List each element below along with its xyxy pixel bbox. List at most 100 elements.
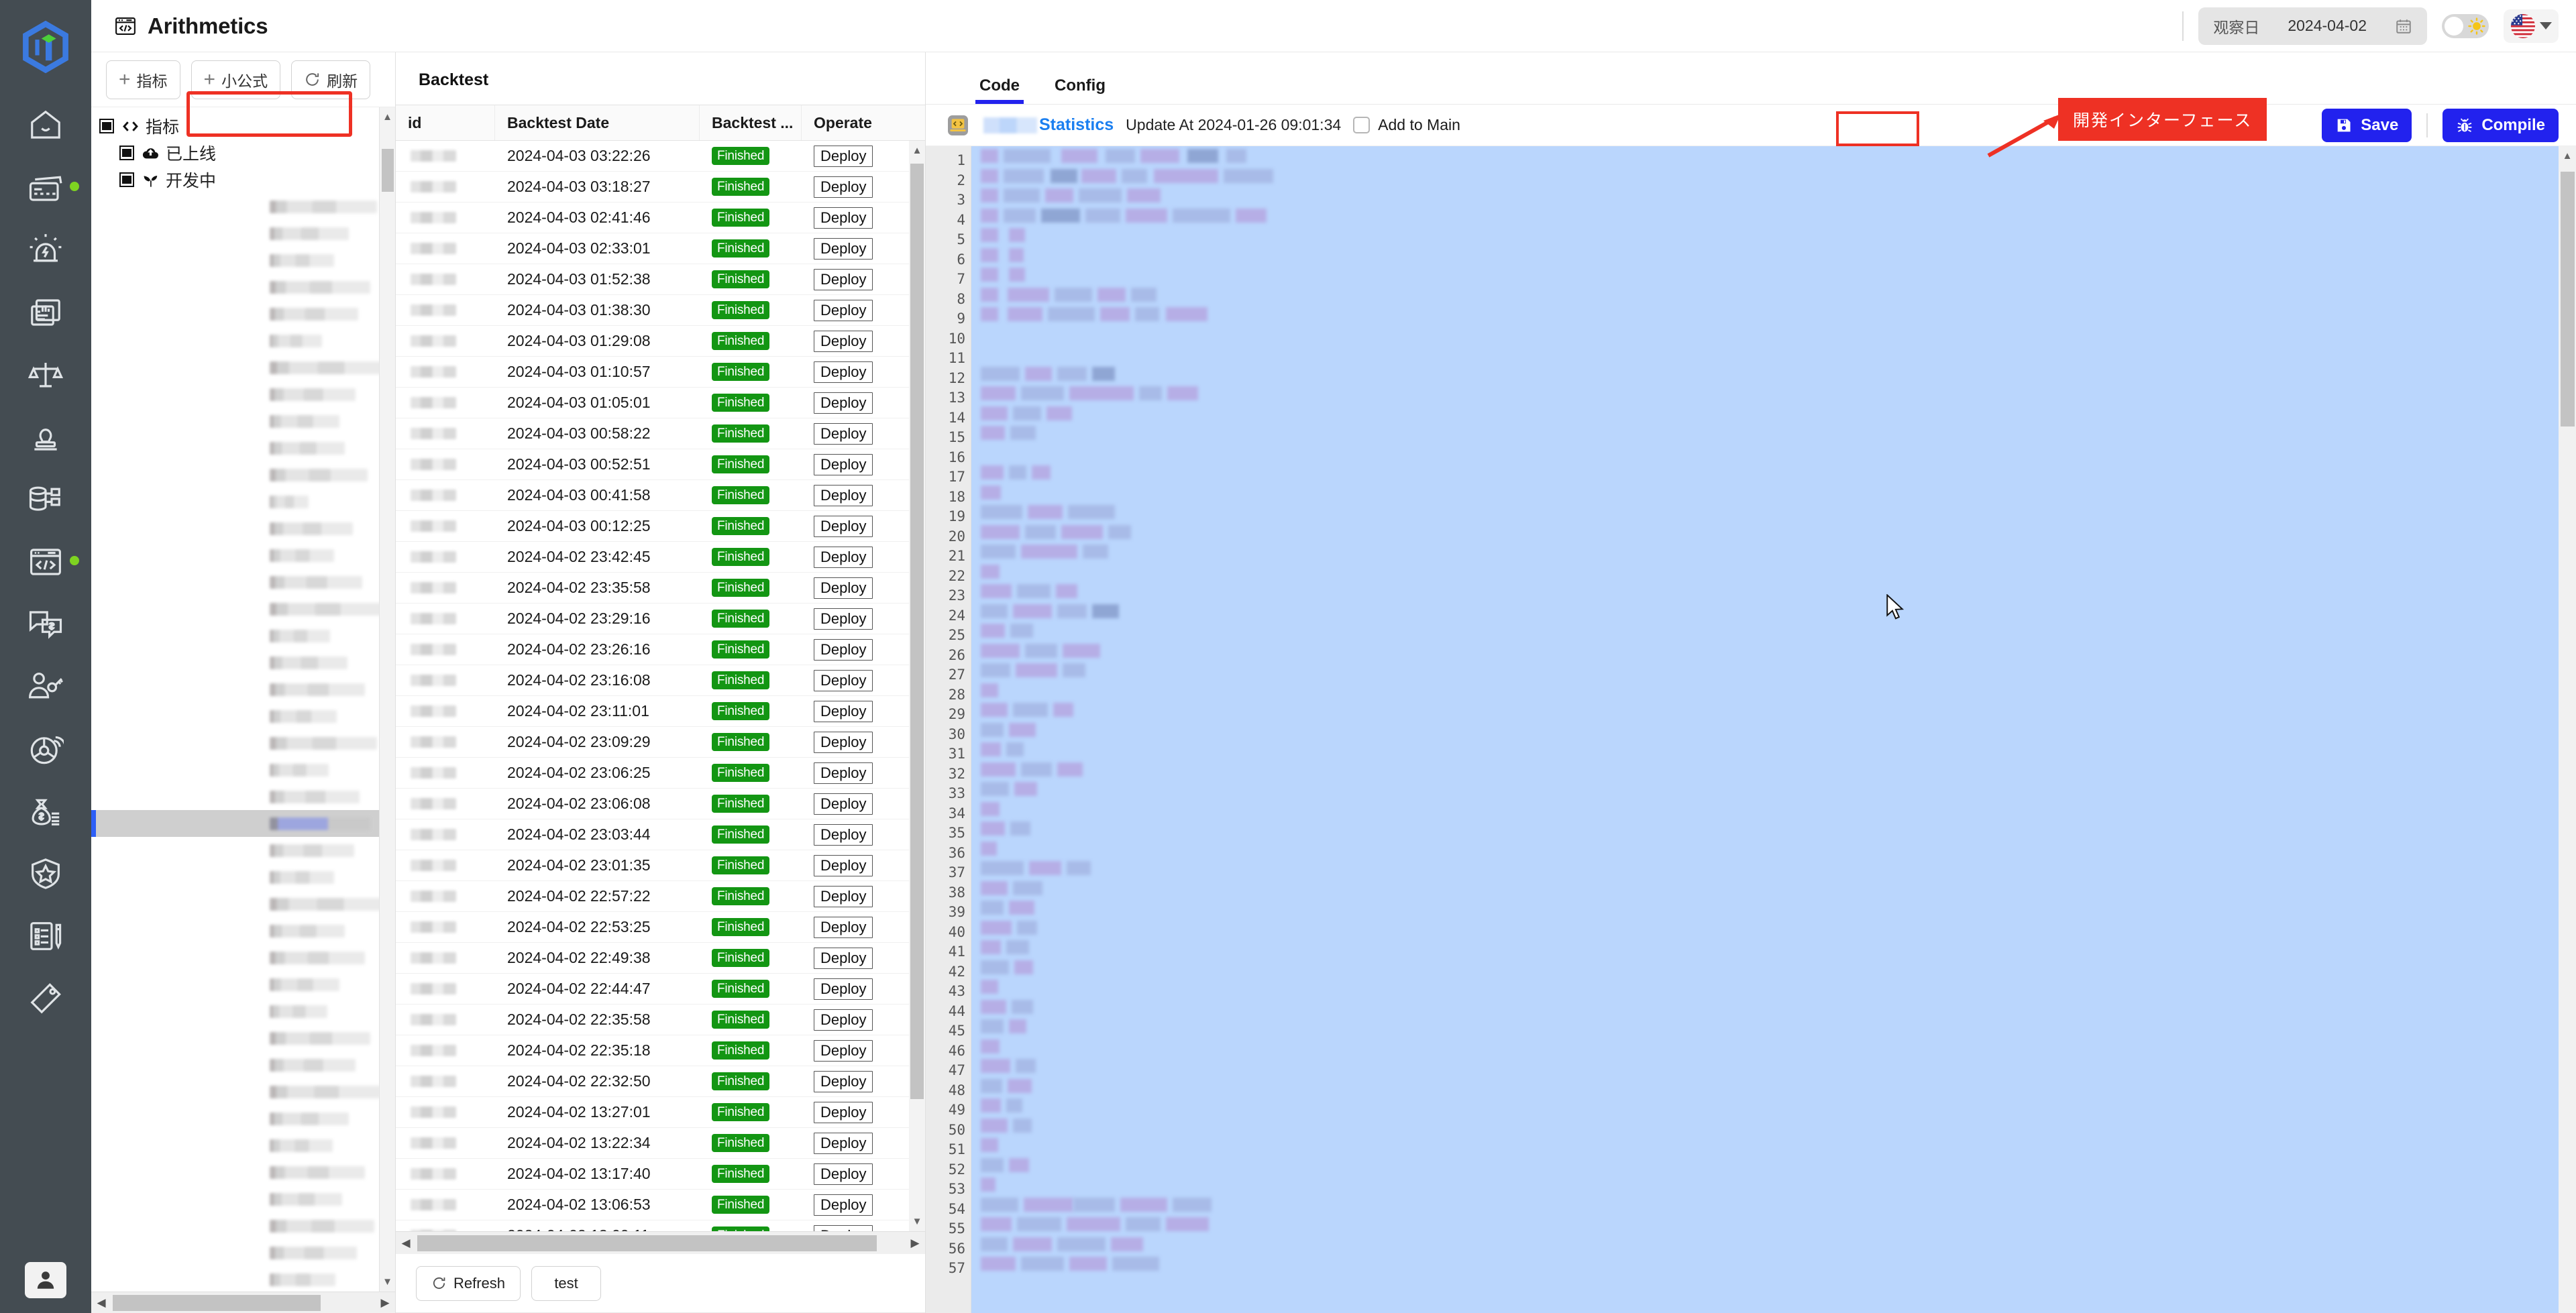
table-row[interactable]: 2024-04-02 23:06:25 Finished Deploy bbox=[396, 758, 925, 789]
deploy-button[interactable]: Deploy bbox=[814, 638, 873, 661]
code-content[interactable] bbox=[971, 146, 2559, 1313]
tree-node-developing[interactable]: 开发中 bbox=[91, 166, 395, 193]
code-line[interactable] bbox=[971, 1017, 2559, 1037]
code-line[interactable] bbox=[971, 700, 2559, 720]
tree-leaf-item[interactable] bbox=[91, 810, 395, 837]
tree-leaf-item[interactable] bbox=[91, 327, 395, 354]
column-header-operate[interactable]: Operate bbox=[802, 105, 897, 140]
deploy-button[interactable]: Deploy bbox=[814, 731, 873, 753]
table-row[interactable]: 2024-04-02 22:35:58 Finished Deploy bbox=[396, 1005, 925, 1035]
tab-code[interactable]: Code bbox=[962, 76, 1037, 104]
table-row[interactable]: 2024-04-03 03:18:27 Finished Deploy bbox=[396, 172, 925, 203]
table-row[interactable]: 2024-04-03 02:41:46 Finished Deploy bbox=[396, 203, 925, 233]
table-row[interactable]: 2024-04-03 01:52:38 Finished Deploy bbox=[396, 264, 925, 295]
theme-toggle[interactable] bbox=[2442, 13, 2489, 38]
table-row[interactable]: 2024-04-03 00:52:51 Finished Deploy bbox=[396, 449, 925, 480]
tree-leaf-item[interactable] bbox=[91, 435, 395, 461]
code-line[interactable] bbox=[971, 186, 2559, 206]
table-row[interactable]: 2024-04-02 22:53:25 Finished Deploy bbox=[396, 912, 925, 943]
scrollbar-thumb[interactable] bbox=[382, 149, 394, 192]
save-button[interactable]: Save bbox=[2322, 108, 2412, 142]
deploy-button[interactable]: Deploy bbox=[814, 453, 873, 475]
tree-leaf-item[interactable] bbox=[91, 1025, 395, 1051]
tree-leaf-item[interactable] bbox=[91, 542, 395, 569]
tree-leaf-item[interactable] bbox=[91, 649, 395, 676]
deploy-button[interactable]: Deploy bbox=[814, 1132, 873, 1154]
deploy-button[interactable]: Deploy bbox=[814, 823, 873, 846]
code-line[interactable] bbox=[971, 799, 2559, 819]
code-line[interactable] bbox=[971, 581, 2559, 602]
tree-leaf-item[interactable] bbox=[91, 971, 395, 998]
table-row[interactable]: 2024-04-03 01:05:01 Finished Deploy bbox=[396, 388, 925, 418]
table-row[interactable]: 2024-04-02 13:22:34 Finished Deploy bbox=[396, 1128, 925, 1159]
tree-leaf-item[interactable] bbox=[91, 756, 395, 783]
add-to-main-checkbox[interactable]: Add to Main bbox=[1353, 116, 1460, 134]
code-line[interactable] bbox=[971, 285, 2559, 305]
tree-leaf-item[interactable] bbox=[91, 1159, 395, 1186]
tree-vertical-scrollbar[interactable]: ▲ ▼ bbox=[379, 107, 395, 1292]
deploy-button[interactable]: Deploy bbox=[814, 1194, 873, 1216]
scrollbar-thumb[interactable] bbox=[417, 1235, 877, 1251]
tree-leaf-item[interactable] bbox=[91, 354, 395, 381]
scroll-left-arrow[interactable]: ◀ bbox=[396, 1237, 416, 1250]
deploy-button[interactable]: Deploy bbox=[814, 145, 873, 167]
code-line[interactable] bbox=[971, 898, 2559, 918]
tree-leaf-item[interactable] bbox=[91, 408, 395, 435]
sidebar-item-tags[interactable] bbox=[0, 967, 91, 1029]
tree-horizontal-scrollbar[interactable]: ◀ ▶ bbox=[91, 1292, 395, 1313]
code-line[interactable] bbox=[971, 779, 2559, 799]
code-line[interactable] bbox=[971, 1135, 2559, 1155]
code-line[interactable] bbox=[971, 740, 2559, 760]
code-line[interactable] bbox=[971, 423, 2559, 443]
table-row[interactable]: 2024-04-02 23:35:58 Finished Deploy bbox=[396, 573, 925, 604]
scrollbar-track[interactable] bbox=[416, 1235, 905, 1251]
deploy-button[interactable]: Deploy bbox=[814, 1224, 873, 1231]
language-selector[interactable] bbox=[2504, 9, 2559, 43]
code-line[interactable] bbox=[971, 245, 2559, 266]
tree-leaf-item[interactable] bbox=[91, 703, 395, 730]
sidebar-item-cards[interactable] bbox=[0, 156, 91, 219]
code-line[interactable] bbox=[971, 1076, 2559, 1096]
code-line[interactable] bbox=[971, 325, 2559, 345]
code-line[interactable] bbox=[971, 621, 2559, 641]
deploy-button[interactable]: Deploy bbox=[814, 793, 873, 815]
scroll-down-arrow[interactable]: ▼ bbox=[909, 1216, 925, 1227]
column-header-id[interactable]: id bbox=[396, 105, 495, 140]
code-line[interactable] bbox=[971, 463, 2559, 483]
code-line[interactable] bbox=[971, 1235, 2559, 1255]
column-header-date[interactable]: Backtest Date bbox=[495, 105, 700, 140]
deploy-button[interactable]: Deploy bbox=[814, 762, 873, 784]
deploy-button[interactable]: Deploy bbox=[814, 330, 873, 352]
code-line[interactable] bbox=[971, 146, 2559, 166]
sidebar-item-reports[interactable] bbox=[0, 281, 91, 343]
tree-leaf-item[interactable] bbox=[91, 917, 395, 944]
table-row[interactable]: 2024-04-02 23:26:16 Finished Deploy bbox=[396, 634, 925, 665]
tree-leaf-item[interactable] bbox=[91, 247, 395, 274]
scrollbar-thumb[interactable] bbox=[113, 1294, 321, 1311]
tree-leaf-item[interactable] bbox=[91, 381, 395, 408]
sidebar-item-balance[interactable] bbox=[0, 343, 91, 406]
deploy-button[interactable]: Deploy bbox=[814, 947, 873, 969]
code-line[interactable] bbox=[971, 641, 2559, 661]
tree-leaf-item[interactable] bbox=[91, 676, 395, 703]
scroll-up-arrow[interactable]: ▲ bbox=[909, 145, 925, 156]
deploy-button[interactable]: Deploy bbox=[814, 700, 873, 722]
table-row[interactable]: 2024-04-02 23:06:08 Finished Deploy bbox=[396, 789, 925, 819]
tree-leaf-item[interactable] bbox=[91, 1051, 395, 1078]
code-line[interactable] bbox=[971, 364, 2559, 384]
deploy-button[interactable]: Deploy bbox=[814, 515, 873, 537]
sidebar-item-funds[interactable] bbox=[0, 780, 91, 842]
deploy-button[interactable]: Deploy bbox=[814, 1039, 873, 1062]
table-horizontal-scrollbar[interactable]: ◀ ▶ bbox=[396, 1231, 925, 1254]
deploy-button[interactable]: Deploy bbox=[814, 392, 873, 414]
table-row[interactable]: 2024-04-02 23:42:45 Finished Deploy bbox=[396, 542, 925, 573]
table-row[interactable]: 2024-04-02 22:44:47 Finished Deploy bbox=[396, 974, 925, 1005]
deploy-button[interactable]: Deploy bbox=[814, 237, 873, 260]
test-button[interactable]: test bbox=[531, 1265, 602, 1301]
scroll-right-arrow[interactable]: ▶ bbox=[905, 1237, 925, 1250]
table-row[interactable]: 2024-04-02 22:32:50 Finished Deploy bbox=[396, 1066, 925, 1097]
tree-leaf-item[interactable] bbox=[91, 1186, 395, 1212]
tree-scroll-area[interactable]: 指标 已上线 开发中 bbox=[91, 107, 395, 1292]
refresh-table-button[interactable]: Refresh bbox=[416, 1265, 521, 1301]
sidebar-item-forms[interactable] bbox=[0, 905, 91, 967]
